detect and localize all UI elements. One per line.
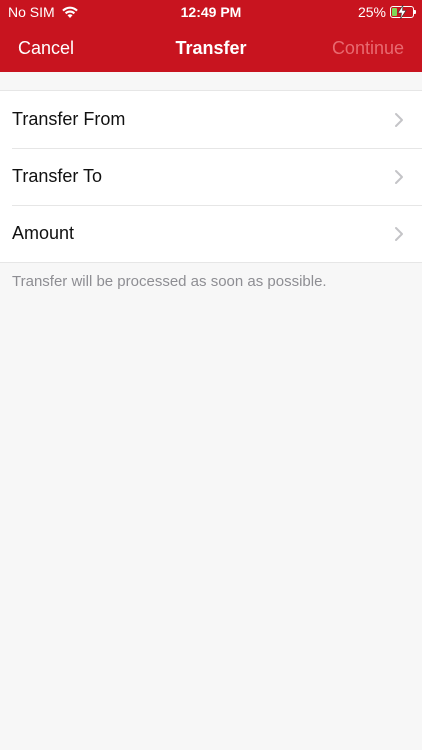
transfer-to-row[interactable]: Transfer To bbox=[0, 148, 422, 205]
continue-button[interactable]: Continue bbox=[332, 38, 404, 59]
cancel-button[interactable]: Cancel bbox=[18, 38, 74, 59]
transfer-form-list: Transfer From Transfer To Amount bbox=[0, 90, 422, 263]
transfer-to-label: Transfer To bbox=[12, 166, 103, 186]
transfer-footnote: Transfer will be processed as soon as po… bbox=[12, 273, 327, 290]
chevron-right-icon bbox=[395, 112, 403, 127]
nav-bar: Cancel Transfer Continue bbox=[0, 24, 422, 72]
transfer-from-row[interactable]: Transfer From bbox=[0, 91, 422, 148]
transfer-from-label: Transfer From bbox=[12, 109, 126, 129]
status-time: 12:49 PM bbox=[180, 4, 242, 20]
amount-label: Amount bbox=[12, 223, 75, 243]
top-spacer bbox=[0, 72, 422, 90]
battery-icon bbox=[390, 5, 416, 19]
chevron-right-icon bbox=[395, 169, 403, 184]
status-bar: No SIM 12:49 PM 25% bbox=[0, 0, 422, 24]
amount-row[interactable]: Amount bbox=[0, 205, 422, 262]
battery-bolt-icon bbox=[397, 5, 407, 19]
chevron-right-icon bbox=[395, 226, 403, 241]
header: No SIM 12:49 PM 25% Cancel Transfer Cont… bbox=[0, 0, 422, 72]
